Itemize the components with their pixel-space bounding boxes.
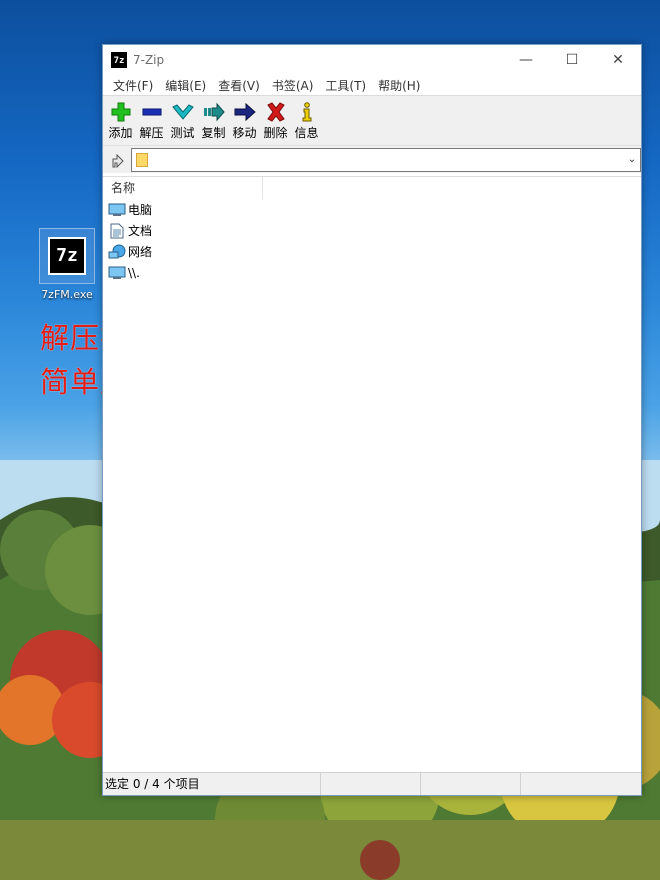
add-label: 添加 bbox=[108, 126, 133, 140]
network-icon bbox=[108, 244, 126, 258]
info-button[interactable]: 信息 bbox=[291, 102, 322, 141]
delete-x-icon bbox=[266, 102, 285, 122]
list-item[interactable]: 网络 bbox=[103, 241, 641, 262]
title-bar[interactable]: 7z 7-Zip — ☐ ✕ bbox=[103, 45, 641, 75]
list-item[interactable]: 电脑 bbox=[103, 199, 641, 220]
close-icon: ✕ bbox=[612, 52, 624, 68]
list-header: 名称 bbox=[103, 177, 641, 199]
list-item-label: \\. bbox=[128, 265, 140, 280]
close-button[interactable]: ✕ bbox=[595, 45, 641, 75]
address-bar: ⌄ bbox=[103, 145, 641, 173]
document-icon bbox=[110, 223, 124, 238]
copy-arrow-icon bbox=[203, 102, 225, 122]
delete-button[interactable]: 删除 bbox=[260, 102, 291, 141]
chevron-down-icon[interactable]: ⌄ bbox=[624, 154, 640, 165]
info-icon bbox=[302, 102, 311, 122]
list-item-label: 电脑 bbox=[128, 203, 153, 217]
address-input[interactable]: ⌄ bbox=[131, 147, 641, 172]
copy-label: 复制 bbox=[201, 126, 226, 140]
check-icon bbox=[171, 104, 194, 120]
list-item-label: 网络 bbox=[128, 245, 153, 259]
minus-icon bbox=[142, 108, 161, 116]
app-icon: 7z bbox=[111, 52, 127, 68]
test-button[interactable]: 测试 bbox=[167, 102, 198, 141]
maximize-button[interactable]: ☐ bbox=[549, 45, 595, 75]
monitor-icon bbox=[108, 266, 126, 279]
desktop-icon-label: 7zFM.exe bbox=[41, 288, 93, 301]
desktop-icon-7zfm[interactable]: 7z 7zFM.exe bbox=[38, 228, 96, 301]
desktop-icon-tile: 7z bbox=[39, 228, 95, 284]
7zip-window: 7z 7-Zip — ☐ ✕ 文件(F) 编辑(E) 查看(V) 书签(A) 工… bbox=[102, 44, 642, 796]
menu-bar: 文件(F) 编辑(E) 查看(V) 书签(A) 工具(T) 帮助(H) bbox=[103, 75, 641, 95]
move-arrow-icon bbox=[234, 102, 256, 122]
computer-icon bbox=[108, 203, 126, 216]
up-folder-icon bbox=[112, 153, 124, 168]
test-label: 测试 bbox=[170, 126, 195, 140]
status-cell-4 bbox=[521, 773, 639, 795]
menu-view[interactable]: 查看(V) bbox=[212, 77, 266, 94]
move-label: 移动 bbox=[232, 126, 257, 140]
delete-label: 删除 bbox=[263, 126, 288, 140]
plus-icon bbox=[111, 102, 130, 122]
toolbar: 添加 解压 测试 复制 移动 删除 信息 bbox=[103, 95, 641, 145]
minimize-icon: — bbox=[519, 52, 533, 68]
folder-icon bbox=[136, 152, 148, 167]
list-item[interactable]: 文档 bbox=[103, 220, 641, 241]
window-title: 7-Zip bbox=[133, 53, 165, 67]
status-selection: 选定 0 / 4 个项目 bbox=[103, 773, 321, 795]
list-item-label: 文档 bbox=[128, 224, 153, 238]
file-list: 名称 电脑 文档 网络 \\. bbox=[103, 176, 641, 773]
add-button[interactable]: 添加 bbox=[105, 102, 136, 141]
7zip-logo-icon: 7z bbox=[48, 237, 86, 275]
list-item[interactable]: \\. bbox=[103, 262, 641, 283]
extract-label: 解压 bbox=[139, 126, 164, 140]
minimize-button[interactable]: — bbox=[503, 45, 549, 75]
menu-help[interactable]: 帮助(H) bbox=[372, 77, 426, 94]
move-button[interactable]: 移动 bbox=[229, 102, 260, 141]
status-cell-3 bbox=[421, 773, 521, 795]
status-cell-2 bbox=[321, 773, 421, 795]
menu-bookmarks[interactable]: 书签(A) bbox=[266, 77, 320, 94]
menu-tools[interactable]: 工具(T) bbox=[319, 77, 372, 94]
copy-button[interactable]: 复制 bbox=[198, 102, 229, 141]
menu-edit[interactable]: 编辑(E) bbox=[159, 77, 212, 94]
menu-file[interactable]: 文件(F) bbox=[107, 77, 159, 94]
column-name-header[interactable]: 名称 bbox=[103, 177, 263, 199]
info-label: 信息 bbox=[294, 126, 319, 140]
maximize-icon: ☐ bbox=[565, 52, 579, 68]
up-folder-button[interactable] bbox=[105, 148, 131, 172]
status-bar: 选定 0 / 4 个项目 bbox=[103, 772, 641, 795]
extract-button[interactable]: 解压 bbox=[136, 102, 167, 141]
